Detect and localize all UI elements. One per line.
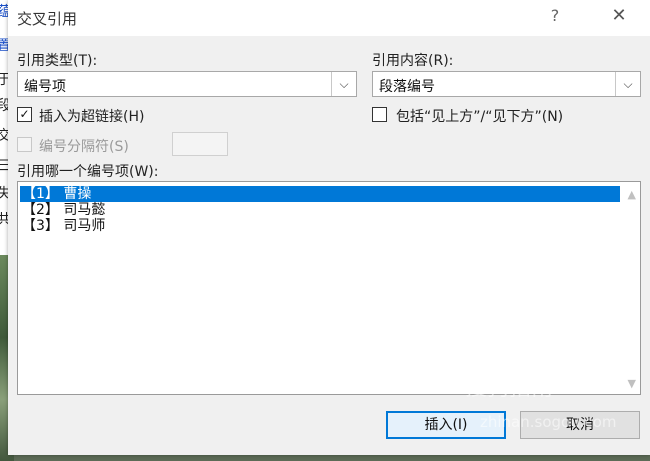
watermark-logo: 搜狗指南 [465, 376, 554, 401]
insert-hyperlink-label: 插入为超链接(H) [39, 109, 145, 125]
list-item[interactable]: 【2】 司马懿 [20, 202, 620, 218]
insert-hyperlink-checkbox[interactable]: ✓ [17, 107, 32, 122]
separator-label: 编号分隔符(S) [39, 139, 129, 155]
include-above-below-label: 包括“见上方”/“见下方”(N) [396, 109, 564, 125]
ref-content-label: 引用内容(R): [372, 53, 454, 69]
ref-type-select[interactable]: 编号项 ⌵ [17, 71, 357, 97]
scroll-up-icon[interactable]: ▲ [628, 188, 636, 201]
title-bar: 交叉引用 ? ✕ [8, 0, 650, 36]
ref-type-value: 编号项 [24, 79, 66, 95]
list-item[interactable]: 【1】 曹操 [20, 186, 620, 202]
chevron-down-icon[interactable]: ⌵ [331, 72, 356, 96]
close-icon[interactable]: ✕ [608, 5, 630, 26]
cross-reference-dialog: 交叉引用 ? ✕ 引用类型(T): 编号项 ⌵ 引用内容(R): 段落编号 ⌵ … [8, 0, 650, 455]
ref-type-label: 引用类型(T): [17, 53, 98, 69]
chevron-down-icon[interactable]: ⌵ [615, 72, 640, 96]
numbered-items-list[interactable]: 【1】 曹操 【2】 司马懿 【3】 司马师 ▲ ▼ [17, 181, 641, 395]
watermark-url: zhinan.sogou.com [480, 413, 617, 431]
list-item[interactable]: 【3】 司马师 [20, 218, 620, 234]
dialog-title: 交叉引用 [17, 10, 78, 28]
ref-content-value: 段落编号 [379, 79, 435, 95]
ref-content-select[interactable]: 段落编号 ⌵ [372, 71, 641, 97]
help-button[interactable]: ? [545, 6, 565, 25]
include-above-below-checkbox[interactable] [372, 107, 387, 122]
which-item-label: 引用哪一个编号项(W): [17, 164, 159, 180]
scroll-down-icon[interactable]: ▼ [628, 377, 636, 390]
separator-input [172, 132, 228, 156]
separator-checkbox [17, 137, 32, 152]
